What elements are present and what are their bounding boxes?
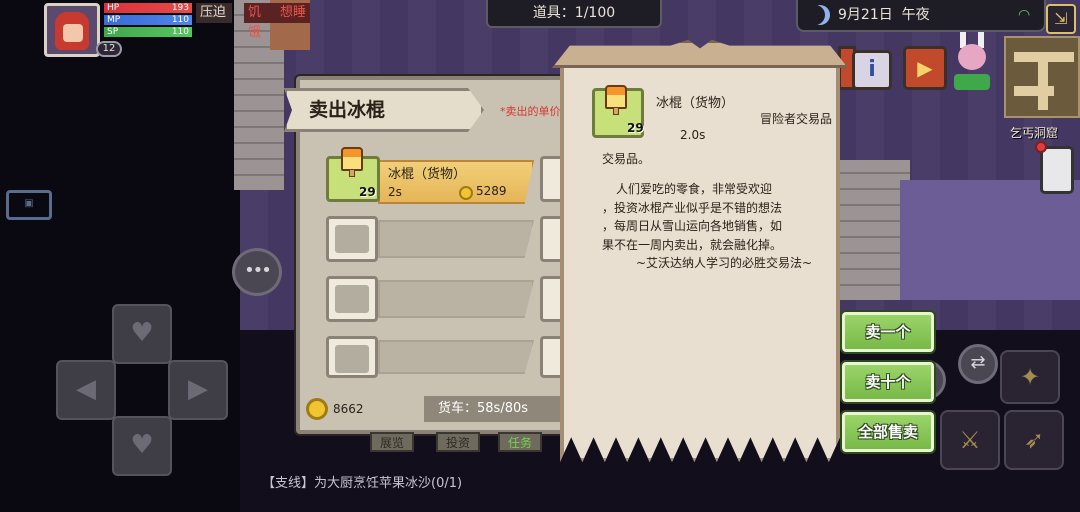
item-row-empty[interactable] (378, 280, 534, 318)
sp-bar: SP 110 (104, 27, 192, 37)
item-row-empty[interactable] (378, 220, 534, 258)
tooltip-item-name: 冰棍（货物） (656, 96, 735, 111)
npc-bunny-girl[interactable] (954, 32, 990, 92)
hp-bar: HP 193 (104, 3, 192, 13)
tooltip-duration: 2.0s (680, 128, 706, 142)
dpad-down[interactable]: ♥ (112, 416, 172, 476)
item-slot-empty[interactable] (326, 336, 378, 378)
popsicle-stick (349, 169, 355, 177)
avatar-face (63, 24, 83, 42)
time-bar: 9月21日 午夜 ◠ (796, 0, 1046, 32)
popsicle-icon (341, 147, 363, 177)
status-hungry[interactable]: 饥饿 (244, 3, 276, 40)
slot-placeholder (335, 345, 369, 373)
item-row-empty[interactable] (378, 340, 534, 374)
info-icon[interactable]: i (852, 50, 892, 90)
description-line: 果不在一周内卖出，就会融化掉。 (602, 237, 783, 252)
status-sleepy[interactable]: 想睡 (276, 3, 310, 23)
item-time: 2s (388, 185, 402, 199)
wifi-icon: ◠ (1018, 7, 1031, 23)
minimap[interactable] (1004, 36, 1080, 118)
sell-ten-button[interactable]: 卖十个 (842, 362, 934, 402)
sell-one-button[interactable]: 卖一个 (842, 312, 934, 352)
location-label: 乞丐洞窟 (1010, 126, 1059, 140)
sell-all-button[interactable]: 全部售卖 (842, 412, 934, 452)
tab-invest[interactable]: 投资 (436, 432, 481, 452)
item-name: 冰棍（货物） (388, 167, 467, 182)
skill-icon[interactable]: ✦ (1000, 350, 1060, 404)
item-price: 5289 (476, 184, 507, 198)
dpad-left[interactable]: ◀ (56, 360, 116, 420)
tooltip-quantity: 29 (627, 121, 644, 135)
dpad-up[interactable]: ♥ (112, 304, 172, 364)
sp-label: SP (107, 27, 119, 37)
quest-tracker[interactable]: 【支线】为大厨烹饪苹果冰沙(0/1) (262, 472, 462, 491)
coin-icon (459, 186, 473, 200)
sell-price-note: *卖出的单价 (500, 105, 561, 118)
play-icon[interactable]: ▶ (903, 46, 947, 90)
hp-label: HP (107, 3, 120, 13)
moon-icon (810, 5, 830, 25)
item-slot-empty[interactable] (326, 276, 378, 322)
description-line: 人们爱吃的零食，非常受欢迎 (616, 182, 773, 196)
bow-icon[interactable]: ➶ (1004, 410, 1064, 470)
popsicle-ice (341, 147, 363, 171)
description-line: ，每周日从雪山运向各地销售，如 (602, 219, 783, 233)
popsicle-icon (605, 85, 627, 115)
item-slot-empty[interactable] (326, 216, 378, 262)
dpad-right[interactable]: ▶ (168, 360, 228, 420)
tab-exhibit[interactable]: 展览 (370, 432, 415, 452)
tooltip-description: 人们爱吃的零食，非常受欢迎 ，投资冰棍产业似乎是不错的想法 ，每周日从雪山运向各… (592, 180, 832, 273)
date-time: 9月21日 午夜 (838, 0, 930, 30)
camera-icon[interactable]: ▣ (6, 190, 52, 220)
gold-amount: 8662 (333, 402, 364, 416)
tooltip-type: 交易品。 (602, 152, 651, 166)
phone-icon[interactable] (1035, 141, 1074, 194)
cart-capacity: 货车：58s/80s (424, 396, 564, 422)
time-of-day: 午夜 (901, 7, 930, 23)
item-slot-selected[interactable]: 29 (326, 147, 380, 202)
npc-head (958, 44, 986, 70)
description-line: ，投资冰棍产业似乎是不错的想法 (602, 200, 783, 215)
mp-value: 110 (171, 15, 189, 25)
sell-panel-title: 卖出冰棍 (284, 88, 484, 132)
item-quantity: 29 (359, 185, 376, 199)
npc-base (954, 74, 990, 90)
player-level: 12 (96, 41, 122, 57)
slot-placeholder (335, 285, 369, 313)
tooltip-item-slot: 29 (592, 85, 644, 138)
mp-bar: MP 110 (104, 15, 192, 25)
tab-task[interactable]: 任务 (498, 432, 543, 452)
minimap-road (1014, 86, 1054, 96)
minimap-road (1038, 52, 1048, 110)
side-room (900, 180, 1080, 300)
chat-icon[interactable]: ••• (232, 248, 282, 296)
hp-value: 193 (171, 3, 189, 13)
popsicle-stick (613, 107, 619, 115)
player-avatar[interactable] (44, 3, 100, 57)
tooltip-source: 冒险者交易品 (760, 112, 833, 126)
date-text: 9月21日 (838, 7, 893, 23)
swap-icon[interactable]: ⇄ (958, 344, 998, 384)
exit-icon[interactable]: ⇲ (1046, 4, 1076, 34)
mp-label: MP (107, 15, 121, 25)
slot-placeholder (335, 225, 369, 253)
gold-coin-icon (306, 398, 328, 420)
sp-value: 110 (171, 27, 189, 37)
status-oppressed[interactable]: 压迫 (196, 3, 232, 23)
popsicle-ice (605, 85, 627, 109)
sword-icon[interactable]: ⚔ (940, 410, 1000, 470)
notification-dot (1035, 141, 1047, 153)
inventory-count[interactable]: 道具：1/100 (486, 0, 662, 28)
description-line: ~艾沃达纳人学习的必胜交易法~ (636, 256, 813, 270)
